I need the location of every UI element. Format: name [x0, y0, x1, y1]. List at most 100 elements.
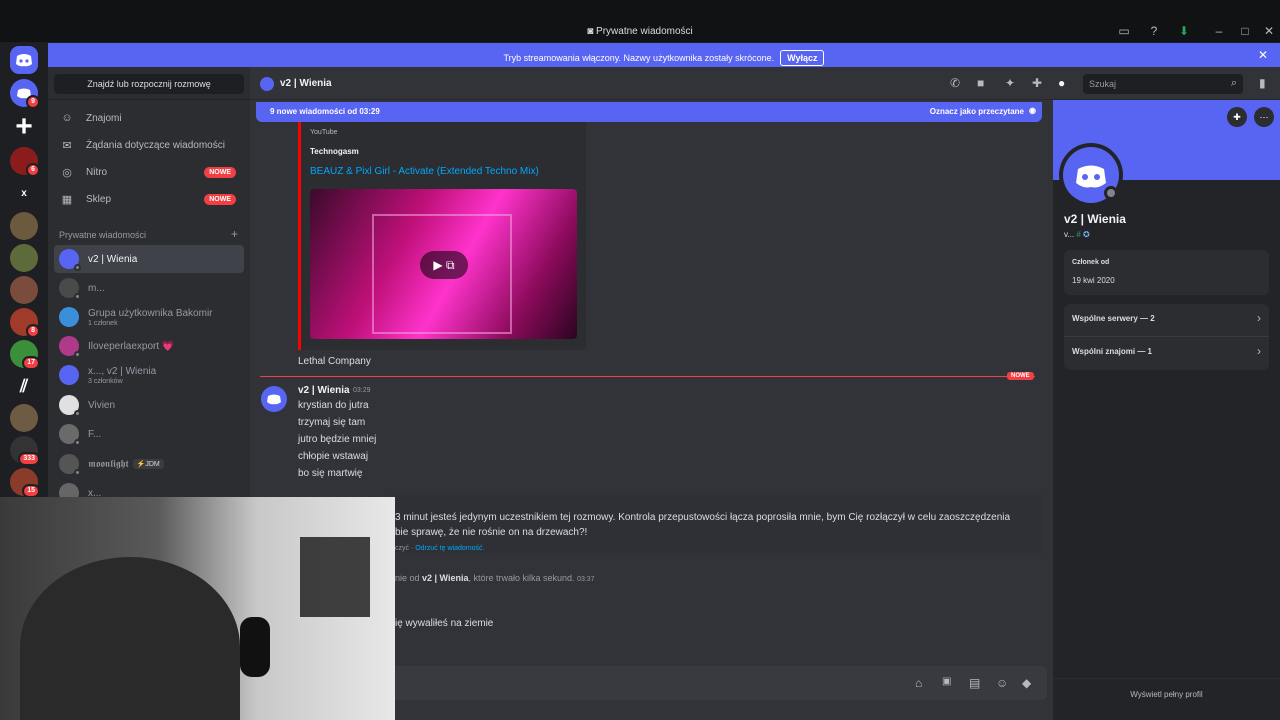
server-nico-icon[interactable]: 8 [10, 308, 40, 338]
badge-icon: ✪ [1083, 230, 1090, 239]
video-call-icon[interactable]: ■ [977, 76, 984, 90]
view-full-profile-button[interactable]: Wyświetl pełny profil [1053, 690, 1280, 699]
dm-item[interactable]: Vivien [54, 391, 244, 419]
find-conversation-button[interactable]: Znajdź lub rozpocznij rozmowę [54, 74, 244, 94]
create-dm-icon[interactable]: + [231, 227, 238, 241]
dismiss-message-link[interactable]: Odrzuć tę wiadomość. [415, 545, 484, 552]
embed-provider: YouTube [310, 129, 338, 136]
message-line: krystian do jutra [298, 400, 369, 411]
dm-item[interactable]: Grupa użytkownika Bakomir 1 członek [54, 303, 244, 331]
group-avatar [59, 307, 79, 327]
notification-badge: 9 [26, 95, 40, 109]
server-1-icon[interactable] [10, 212, 38, 240]
sticker-icon[interactable]: ▤ [969, 676, 980, 690]
shop-icon: ▦ [61, 193, 73, 206]
add-server-icon[interactable]: + [10, 114, 38, 142]
avatar [59, 336, 81, 358]
nav-message-requests[interactable]: ✉ Żądania dotyczące wiadomości [54, 132, 244, 158]
message-text: ię wywaliłeś na ziemie [395, 618, 494, 629]
system-line: bie sprawę, że nie rośnie on na drzewach… [395, 527, 588, 538]
emoji-icon[interactable]: ☺ [996, 676, 1008, 690]
nav-label: Żądania dotyczące wiadomości [86, 139, 225, 151]
window-title: ◙ Prywatne wiadomości [587, 26, 693, 37]
avatar [59, 424, 81, 446]
system-line: 3 minut jesteś jedynym uczestnikiem tej … [395, 512, 1011, 523]
more-icon[interactable]: ⋯ [1254, 107, 1274, 127]
apps-icon[interactable]: ◆ [1022, 676, 1031, 690]
new-tag: NOWE [204, 193, 236, 205]
server-3-icon[interactable] [10, 276, 38, 304]
server-2-icon[interactable] [10, 244, 38, 272]
new-divider [260, 376, 1035, 377]
add-friends-icon[interactable]: ✚ [1032, 76, 1042, 90]
server-white-icon[interactable]: ⫽ [10, 372, 38, 400]
disable-streamer-button[interactable]: Wyłącz [780, 50, 825, 66]
group-avatar [59, 365, 79, 385]
nav-shop[interactable]: ▦ Sklep NOWE [54, 186, 244, 212]
mutuals-card: Wspólne serwery — 2 › Wspólni znajomi — … [1064, 304, 1269, 370]
dm-avatar-icon[interactable]: 9 [10, 79, 40, 109]
gift-icon[interactable]: ⌂ [915, 676, 922, 690]
user-tag: ⚡JDM [132, 459, 164, 469]
avatar [59, 278, 81, 300]
close-banner-icon[interactable]: ✕ [1258, 48, 1268, 62]
pin-icon[interactable]: ✦ [1005, 76, 1015, 90]
help-icon[interactable]: ? [1146, 23, 1162, 39]
server-green-icon[interactable]: 17 [10, 340, 40, 370]
new-messages-bar[interactable]: 9 nowe wiadomości od 03:29 Oznacz jako p… [256, 102, 1042, 122]
embed-title-link[interactable]: BEAUZ & Pixl Girl - Activate (Extended T… [310, 166, 539, 177]
server-x-icon[interactable]: x [10, 180, 38, 208]
microphone-icon [240, 617, 270, 677]
minimize-icon[interactable]: – [1211, 23, 1227, 39]
message-author[interactable]: v2 | Wienia [298, 385, 350, 396]
search-placeholder: Szukaj [1089, 79, 1117, 89]
dm-item[interactable]: Iloveperlaexport 💗 [54, 332, 244, 360]
dm-item[interactable]: m... [54, 274, 244, 302]
search-icon: ⌕ [1230, 77, 1237, 89]
mutual-servers-row[interactable]: Wspólne serwery — 2 › [1064, 304, 1269, 337]
dm-item[interactable]: v2 | Wienia [54, 245, 244, 273]
server-5-icon[interactable]: 333 [10, 436, 40, 466]
badge-icon: # [1076, 230, 1081, 239]
webcam-overlay [0, 497, 395, 720]
avatar [59, 454, 81, 476]
call-message: nie od v2 | Wienia, które trwało kilka s… [395, 573, 595, 583]
dm-name: Iloveperlaexport 💗 [88, 340, 175, 352]
download-icon[interactable]: ⬇ [1176, 23, 1192, 39]
member-since-date: 19 kwi 2020 [1072, 276, 1115, 285]
search-input[interactable]: Szukaj ⌕ [1083, 74, 1243, 94]
dm-item[interactable]: 𝖒𝖔𝖔𝖓𝖑𝖎𝖌𝖍𝖙 ⚡JDM [54, 450, 244, 478]
streamer-mode-banner: Tryb streamowania włączony. Nazwy użytko… [48, 43, 1280, 67]
nav-friends[interactable]: ☺ Znajomi [54, 105, 244, 131]
video-thumbnail[interactable]: ▶ ⧉ [310, 189, 577, 339]
mark-read-button[interactable]: Oznacz jako przeczytane [930, 107, 1024, 116]
add-friend-icon[interactable]: ✚ [1227, 107, 1247, 127]
close-window-icon[interactable]: ✕ [1261, 23, 1277, 39]
friends-icon: ☺ [61, 112, 73, 124]
avatar [59, 395, 81, 417]
user-profile-icon[interactable]: ● [1058, 76, 1065, 90]
inbox-icon[interactable]: ▭ [1116, 23, 1132, 39]
dm-item[interactable]: x..., v2 | Wienia 3 członków [54, 361, 244, 389]
embed-author[interactable]: Technogasm [310, 147, 359, 156]
dm-name: F... [88, 428, 102, 440]
nav-nitro[interactable]: ◎ Nitro NOWE [54, 159, 244, 185]
inbox-icon[interactable]: ▮ [1259, 76, 1266, 90]
play-icon[interactable]: ▶ ⧉ [420, 251, 468, 279]
server-red-icon[interactable]: 6 [10, 147, 40, 177]
message-line: chłopie wstawaj [298, 451, 369, 462]
dm-name: v2 | Wienia [88, 253, 138, 265]
notification-badge: 17 [22, 356, 40, 370]
server-4-icon[interactable] [10, 404, 38, 432]
new-tag: NOWE [204, 166, 236, 178]
gif-icon[interactable]: ▣ [942, 676, 951, 687]
dm-item[interactable]: F... [54, 420, 244, 448]
discord-home-icon[interactable] [10, 46, 38, 74]
message-text: Lethal Company [298, 356, 371, 367]
message-avatar[interactable] [261, 386, 287, 412]
dm-section-title: Prywatne wiadomości [59, 230, 147, 240]
voice-call-icon[interactable]: ✆ [950, 76, 960, 90]
maximize-icon[interactable]: □ [1237, 23, 1253, 39]
server-6-icon[interactable]: 15 [10, 468, 40, 498]
mutual-friends-row[interactable]: Wspólni znajomi — 1 › [1064, 337, 1269, 370]
